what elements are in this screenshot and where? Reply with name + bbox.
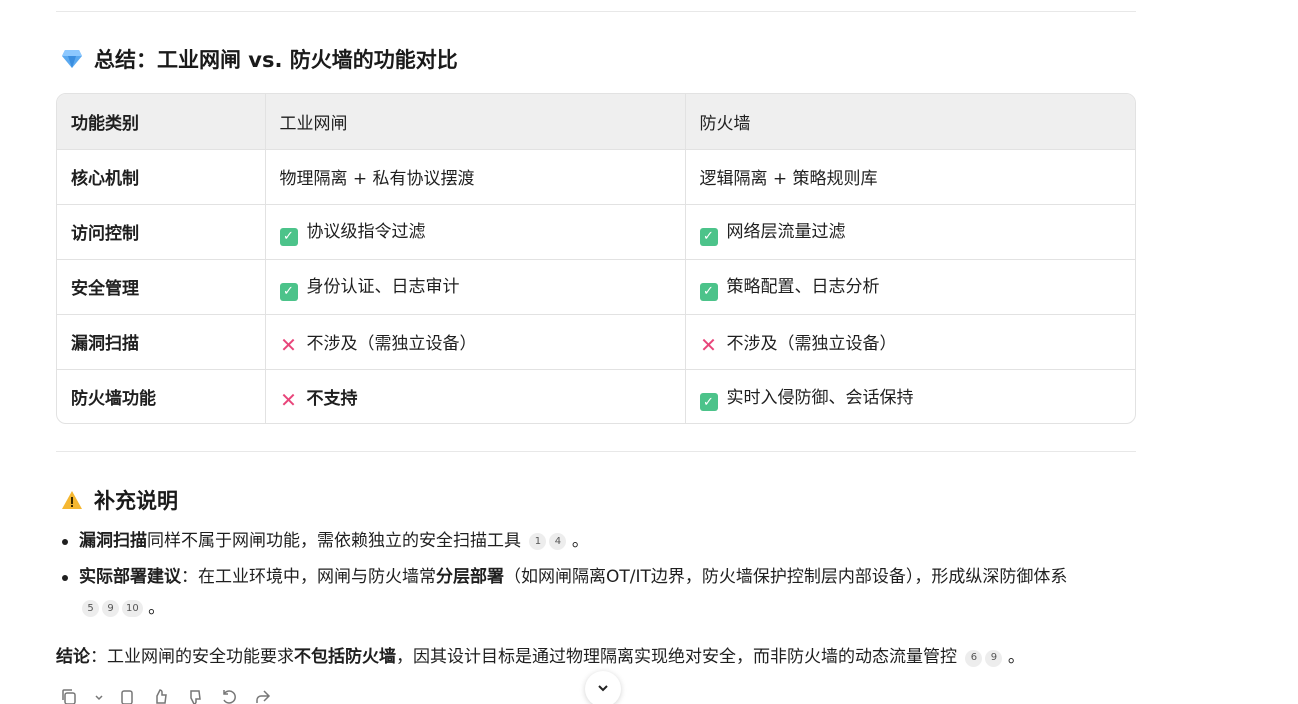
note-end: 。 — [148, 598, 166, 618]
check-icon: ✓ — [279, 227, 298, 246]
cross-icon: ✕ — [280, 333, 297, 357]
notes-title: 补充说明 — [94, 489, 178, 513]
note-text: （如网闸隔离OT/IT边界，防火墙保护控制层内部设备），形成纵深防御体系 — [504, 567, 1068, 587]
share-icon[interactable] — [254, 688, 274, 704]
table-row: 防火墙功能 ✕ 不支持 ✓ 实时入侵防御、会话保持 — [57, 369, 1135, 423]
top-divider — [56, 11, 1136, 12]
copy-icon[interactable] — [60, 688, 80, 704]
cell-text: 网络层流量过滤 — [726, 222, 846, 243]
chevron-down-icon[interactable] — [94, 688, 104, 704]
citation-badge[interactable]: 4 — [549, 533, 567, 550]
list-item: 漏洞扫描同样不属于网闸功能，需依赖独立的安全扫描工具 14 。 — [56, 526, 1146, 557]
cell-text: 不涉及（需独立设备） — [306, 334, 477, 354]
row-category: 防火墙功能 — [57, 369, 266, 423]
gem-icon — [60, 47, 84, 71]
scroll-down-button[interactable] — [585, 671, 621, 704]
cell-firewall: 逻辑隔离 + 策略规则库 — [685, 149, 1135, 205]
summary-heading: 总结：工业网闸 vs. 防火墙的功能对比 — [60, 44, 458, 74]
citation-badge[interactable]: 6 — [965, 649, 983, 667]
cross-icon: ✕ — [280, 388, 297, 413]
cell-text: 策略配置、日志分析 — [726, 277, 880, 298]
regenerate-icon[interactable] — [220, 688, 240, 704]
table-row: 访问控制 ✓ 协议级指令过滤 ✓ 网络层流量过滤 — [57, 204, 1135, 260]
check-icon: ✓ — [699, 282, 718, 301]
middle-divider — [56, 451, 1136, 452]
table-row: 安全管理 ✓ 身份认证、日志审计 ✓ 策略配置、日志分析 — [57, 259, 1135, 315]
header-category: 功能类别 — [57, 94, 266, 150]
conclusion-text: ，因其设计目标是通过物理隔离实现绝对安全，而非防火墙的动态流量管控 — [396, 647, 957, 667]
note-bold: 分层部署 — [436, 567, 504, 587]
cell-text: 物理隔离 + 私有协议摆渡 — [279, 169, 475, 189]
citation-badge[interactable]: 10 — [122, 600, 143, 617]
cross-icon: ✕ — [700, 333, 717, 357]
citation-badge[interactable]: 5 — [82, 600, 99, 617]
cell-text: 不涉及（需独立设备） — [726, 334, 897, 354]
cell-text: 不支持 — [306, 389, 358, 410]
list-item: 实际部署建议：在工业环境中，网闸与防火墙常分层部署（如网闸隔离OT/IT边界，防… — [56, 562, 1146, 624]
note-bold: 实际部署建议 — [79, 567, 181, 587]
cell-gateway: 物理隔离 + 私有协议摆渡 — [265, 149, 686, 205]
header-firewall: 防火墙 — [685, 94, 1135, 150]
check-icon: ✓ — [699, 227, 718, 246]
thumbs-down-icon[interactable] — [186, 688, 206, 704]
row-category: 访问控制 — [57, 204, 266, 260]
cell-firewall: ✕ 不涉及（需独立设备） — [685, 314, 1135, 370]
row-category: 漏洞扫描 — [57, 314, 266, 370]
citation-badge[interactable]: 9 — [102, 600, 119, 617]
conclusion-end: 。 — [1007, 647, 1025, 667]
cell-firewall: ✓ 实时入侵防御、会话保持 — [685, 369, 1135, 423]
row-category: 核心机制 — [57, 149, 266, 205]
comparison-table: 功能类别 工业网闸 防火墙 核心机制 物理隔离 + 私有协议摆渡 逻辑隔离 + 策略… — [56, 93, 1136, 424]
check-icon: ✓ — [279, 282, 298, 301]
citation-badge[interactable]: 9 — [985, 649, 1003, 667]
cell-text: 实时入侵防御、会话保持 — [726, 387, 914, 408]
cell-gateway: ✕ 不支持 — [265, 369, 686, 423]
table-row: 核心机制 物理隔离 + 私有协议摆渡 逻辑隔离 + 策略规则库 — [57, 149, 1135, 205]
warning-icon — [60, 488, 84, 512]
cell-firewall: ✓ 网络层流量过滤 — [685, 204, 1135, 260]
cell-text: 身份认证、日志审计 — [306, 277, 460, 298]
notes-list: 漏洞扫描同样不属于网闸功能，需依赖独立的安全扫描工具 14 。 实际部署建议：在… — [56, 526, 1146, 629]
cell-gateway: ✓ 协议级指令过滤 — [265, 204, 686, 260]
note-end: 。 — [571, 531, 589, 551]
bookmark-icon[interactable] — [118, 688, 138, 704]
header-gateway: 工业网闸 — [265, 94, 686, 150]
note-text: 同样不属于网闸功能，需依赖独立的安全扫描工具 — [147, 531, 521, 551]
cell-text: 协议级指令过滤 — [306, 222, 426, 243]
conclusion-text: ：工业网闸的安全功能要求 — [90, 647, 294, 667]
conclusion-bold: 不包括防火墙 — [294, 647, 396, 667]
chevron-down-icon — [596, 680, 610, 699]
summary-title: 总结：工业网闸 vs. 防火墙的功能对比 — [94, 48, 458, 72]
row-category: 安全管理 — [57, 259, 266, 315]
citation-badge[interactable]: 1 — [529, 533, 547, 550]
message-toolbar — [60, 688, 274, 704]
notes-heading: 补充说明 — [60, 485, 178, 515]
note-text: ：在工业环境中，网闸与防火墙常 — [181, 567, 436, 587]
thumbs-up-icon[interactable] — [152, 688, 172, 704]
table-header-row: 功能类别 工业网闸 防火墙 — [57, 94, 1135, 150]
cell-firewall: ✓ 策略配置、日志分析 — [685, 259, 1135, 315]
table-row: 漏洞扫描 ✕ 不涉及（需独立设备） ✕ 不涉及（需独立设备） — [57, 314, 1135, 370]
check-icon: ✓ — [699, 393, 718, 411]
conclusion: 结论：工业网闸的安全功能要求不包括防火墙，因其设计目标是通过物理隔离实现绝对安全… — [56, 642, 1025, 672]
note-bold: 漏洞扫描 — [79, 531, 147, 551]
conclusion-label: 结论 — [56, 647, 90, 667]
cell-gateway: ✓ 身份认证、日志审计 — [265, 259, 686, 315]
cell-gateway: ✕ 不涉及（需独立设备） — [265, 314, 686, 370]
cell-text: 逻辑隔离 + 策略规则库 — [699, 169, 878, 189]
